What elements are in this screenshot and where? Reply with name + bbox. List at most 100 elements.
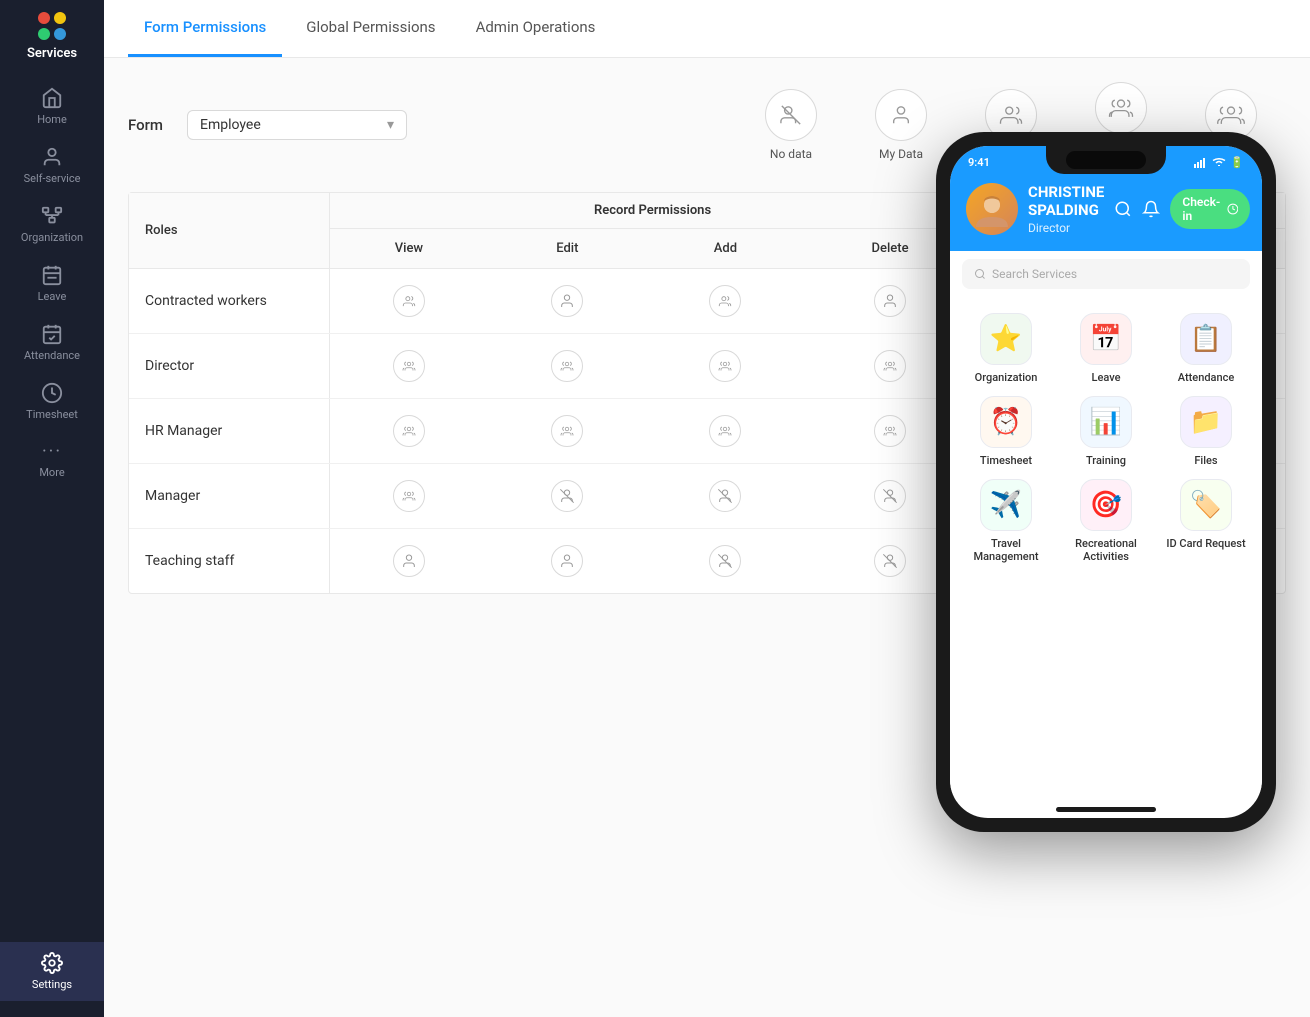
phone-search-field[interactable]: Search Services — [962, 259, 1250, 289]
add-cell[interactable] — [646, 529, 804, 594]
view-cell[interactable] — [329, 464, 488, 529]
sidebar-item-settings[interactable]: Settings — [0, 942, 104, 1001]
battery-icon: 🔋 — [1230, 156, 1244, 169]
organization-service-label: Organization — [975, 371, 1038, 384]
leave-icon — [41, 264, 63, 286]
role-name-cell: Teaching staff — [129, 529, 329, 594]
view-cell[interactable] — [329, 334, 488, 399]
sidebar-item-home[interactable]: Home — [0, 77, 104, 136]
form-dropdown[interactable]: Employee ▾ — [187, 110, 407, 140]
edit-icon-circle — [551, 545, 583, 577]
form-selected-value: Employee — [200, 117, 261, 133]
main-content: Form Permissions Global Permissions Admi… — [104, 0, 1310, 1017]
chevron-down-icon: ▾ — [387, 117, 394, 133]
phone-service-item[interactable]: 📅Leave — [1062, 313, 1150, 384]
edit-icon-circle — [551, 480, 583, 512]
sidebar-item-self-service[interactable]: Self-service — [0, 136, 104, 195]
edit-header: Edit — [488, 229, 646, 269]
sidebar-item-timesheet[interactable]: Timesheet — [0, 372, 104, 431]
phone-service-item[interactable]: 🎯Recreational Activities — [1062, 479, 1150, 563]
edit-cell[interactable] — [488, 334, 646, 399]
subordinates-data-icon — [997, 104, 1025, 126]
sidebar-item-leave[interactable]: Leave — [0, 254, 104, 313]
sidebar: Services Home Self-service Organization — [0, 0, 104, 1017]
tab-admin-operations[interactable]: Admin Operations — [460, 0, 612, 57]
phone-service-item[interactable]: ⭐Organization — [962, 313, 1050, 384]
phone-mockup: 9:41 — [936, 132, 1296, 852]
settings-label: Settings — [32, 978, 72, 991]
sidebar-item-attendance[interactable]: Attendance — [0, 313, 104, 372]
role-name-cell: HR Manager — [129, 399, 329, 464]
delete-icon-circle — [874, 415, 906, 447]
view-cell[interactable] — [329, 399, 488, 464]
my-data-icon — [890, 104, 912, 126]
add-cell[interactable] — [646, 464, 804, 529]
sidebar-item-label: Organization — [21, 231, 83, 244]
edit-cell[interactable] — [488, 399, 646, 464]
search-placeholder: Search Services — [992, 267, 1077, 281]
phone-service-item[interactable]: 📁Files — [1162, 396, 1250, 467]
edit-icon-circle — [551, 350, 583, 382]
add-icon-circle — [709, 545, 741, 577]
add-cell[interactable] — [646, 399, 804, 464]
signal-icon — [1194, 158, 1208, 168]
tab-form-permissions[interactable]: Form Permissions — [128, 0, 282, 57]
search-icon — [1114, 200, 1132, 218]
attendance-icon — [41, 323, 63, 345]
view-header: View — [329, 229, 488, 269]
sidebar-item-more[interactable]: ··· More — [0, 431, 104, 489]
roles-column-header: Roles — [129, 193, 329, 269]
phone-service-item[interactable]: ✈️Travel Management — [962, 479, 1050, 563]
view-cell[interactable] — [329, 529, 488, 594]
tab-global-permissions[interactable]: Global Permissions — [290, 0, 451, 57]
phone-avatar — [966, 183, 1018, 235]
clock-icon — [1227, 202, 1239, 216]
attendance-service-label: Attendance — [1178, 371, 1234, 384]
phone-service-item[interactable]: 📊Training — [1062, 396, 1150, 467]
add-icon-circle — [709, 285, 741, 317]
edit-icon-circle — [551, 415, 583, 447]
phone-service-item[interactable]: ⏰Timesheet — [962, 396, 1050, 467]
phone-user-info: CHRISTINE SPALDING Director — [1028, 183, 1104, 235]
record-permissions-header: Record Permissions — [329, 193, 976, 229]
add-icon-circle — [709, 415, 741, 447]
search-icon-small — [974, 268, 986, 280]
phone-frame: 9:41 — [936, 132, 1276, 832]
view-icon-circle — [393, 350, 425, 382]
view-cell[interactable] — [329, 269, 488, 334]
add-icon-circle — [709, 480, 741, 512]
add-cell[interactable] — [646, 269, 804, 334]
files-service-label: Files — [1194, 454, 1217, 467]
phone-checkin-button[interactable]: Check-in — [1170, 189, 1250, 229]
no-data-icon — [780, 104, 802, 126]
view-icon-circle — [393, 415, 425, 447]
sidebar-item-label: Leave — [38, 290, 67, 303]
perm-no-data[interactable]: No data — [736, 89, 846, 161]
add-cell[interactable] — [646, 334, 804, 399]
phone-time: 9:41 — [968, 156, 990, 169]
phone-service-item[interactable]: 🏷️ ID Card Request — [1162, 479, 1250, 563]
view-icon-circle — [393, 285, 425, 317]
edit-cell[interactable] — [488, 529, 646, 594]
idcard-service-label: ID Card Request — [1166, 537, 1245, 550]
idcard-service-icon: 🏷️ — [1180, 479, 1232, 531]
phone-home-indicator — [1056, 807, 1156, 812]
phone-user-name: CHRISTINE SPALDING — [1028, 183, 1104, 219]
phone-service-item[interactable]: 📋Attendance — [1162, 313, 1250, 384]
tab-bar: Form Permissions Global Permissions Admi… — [104, 0, 1310, 58]
edit-cell[interactable] — [488, 464, 646, 529]
my-data-label: My Data — [879, 147, 923, 161]
delete-icon-circle — [874, 480, 906, 512]
avatar-svg — [974, 191, 1010, 227]
form-label: Form — [128, 116, 163, 134]
role-name-cell: Manager — [129, 464, 329, 529]
table-phone-container: Roles Record Permissions Field Pe...issi… — [128, 192, 1286, 594]
sidebar-item-organization[interactable]: Organization — [0, 195, 104, 254]
phone-screen: 9:41 — [950, 146, 1262, 818]
phone-services-grid: ⭐Organization📅Leave📋Attendance ⏰Timesheet… — [962, 313, 1250, 563]
phone-services-body: ⭐Organization📅Leave📋Attendance ⏰Timesheet… — [950, 297, 1262, 801]
role-name-cell: Director — [129, 334, 329, 399]
content-area: Form Employee ▾ No data — [104, 58, 1310, 1017]
edit-cell[interactable] — [488, 269, 646, 334]
all-data-icon — [1216, 104, 1246, 126]
